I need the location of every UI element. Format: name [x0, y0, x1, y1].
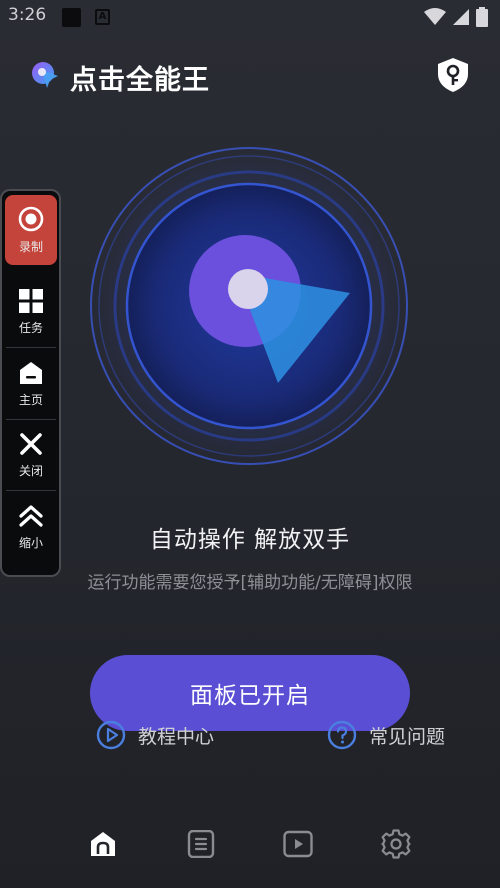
play-icon — [283, 830, 313, 858]
help-circle-icon — [327, 720, 357, 750]
faq-link[interactable]: 常见问题 — [327, 718, 445, 752]
play-circle-icon — [96, 720, 126, 750]
divider — [6, 490, 56, 491]
side-item-label: 主页 — [18, 392, 43, 407]
status-icons — [424, 7, 488, 27]
bottom-navigation — [0, 818, 500, 870]
tutorial-link[interactable]: 教程中心 — [96, 718, 214, 752]
close-icon — [20, 432, 42, 455]
home-icon — [91, 832, 115, 856]
side-item-label: 任务 — [18, 320, 43, 335]
status-bar: 3:26 A — [0, 0, 500, 34]
nav-video[interactable] — [280, 826, 316, 862]
status-time: 3:26 — [8, 5, 47, 25]
divider — [6, 347, 56, 348]
hero-slogan: 自动操作 解放双手 — [149, 527, 351, 553]
battery-icon — [476, 7, 488, 27]
side-item-tasks[interactable]: 任务 — [5, 277, 57, 347]
side-item-record[interactable]: 录制 — [5, 195, 57, 265]
nav-settings[interactable] — [378, 826, 414, 862]
shield-key-icon[interactable] — [436, 57, 470, 93]
list-icon — [187, 830, 215, 858]
side-item-close[interactable]: 关闭 — [5, 420, 57, 490]
app-logo-icon — [32, 62, 58, 88]
nav-home[interactable] — [85, 826, 121, 862]
record-icon — [18, 206, 44, 231]
grid-icon — [19, 288, 43, 313]
permission-hint[interactable]: 运行功能需要您授予[辅助功能/无障碍]权限 — [0, 568, 500, 593]
side-item-label: 录制 — [18, 239, 43, 254]
side-item-label: 关闭 — [18, 463, 43, 478]
signal-icon — [453, 9, 469, 25]
notification-icon — [62, 8, 81, 27]
side-item-home[interactable]: 主页 — [5, 349, 57, 419]
notification-a-icon: A — [95, 9, 110, 25]
floating-control-panel: 录制 任务 主页 关闭 缩小 — [0, 189, 61, 577]
tutorial-link-label: 教程中心 — [138, 725, 215, 748]
app-title: 点击全能王 — [70, 65, 210, 96]
settings-gear-icon — [381, 829, 411, 859]
wifi-icon — [424, 8, 446, 25]
home-icon — [20, 361, 42, 384]
hero-graphic — [89, 146, 409, 466]
faq-link-label: 常见问题 — [369, 725, 446, 748]
nav-tasks[interactable] — [183, 826, 219, 862]
